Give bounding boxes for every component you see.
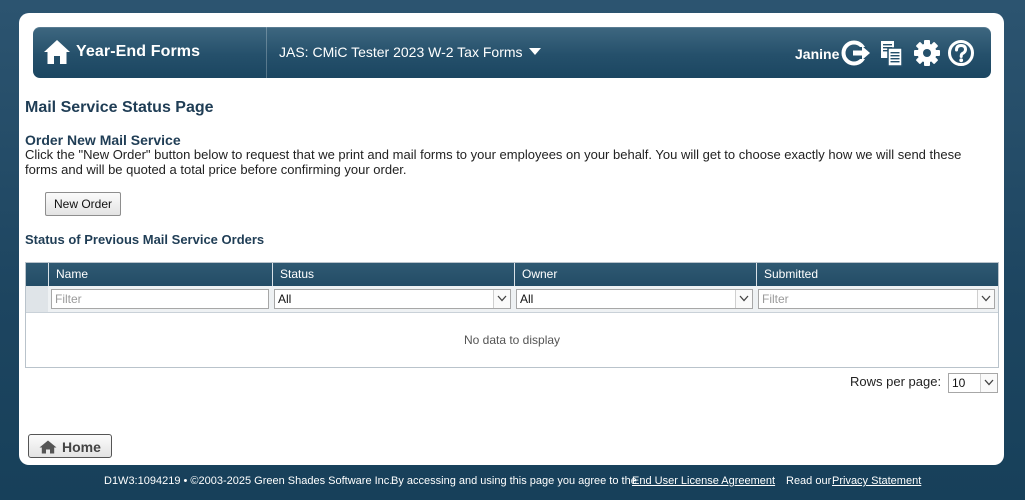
rows-per-page-label: Rows per page: (850, 374, 942, 389)
footer-privacy-text: Read our (786, 475, 832, 487)
chevron-down-icon (977, 290, 994, 308)
column-header-status[interactable]: Status (272, 263, 514, 286)
orders-grid: Name Status Owner Submitted All All Filt… (25, 262, 999, 368)
previous-orders-title: Status of Previous Mail Service Orders (25, 232, 265, 247)
app-title[interactable]: Year-End Forms (76, 43, 200, 61)
help-icon[interactable] (946, 38, 976, 68)
new-order-button[interactable]: New Order (45, 192, 121, 216)
home-icon (39, 440, 57, 454)
caret-down-icon (528, 48, 541, 55)
submitted-filter-placeholder: Filter (762, 292, 789, 306)
home-icon[interactable] (43, 39, 71, 65)
status-filter-select[interactable]: All (274, 289, 511, 309)
order-section-title: Order New Mail Service (25, 132, 181, 148)
grid-header-row: Name Status Owner Submitted (26, 263, 998, 286)
rows-per-page-value: 10 (952, 376, 966, 390)
footer-agreement-text: By accessing and using this page you agr… (391, 475, 637, 487)
privacy-statement-link[interactable]: Privacy Statement (832, 475, 921, 487)
home-button[interactable]: Home (28, 434, 112, 458)
filter-row-spacer (26, 286, 48, 312)
top-navigation-bar: Year-End Forms JAS: CMiC Tester 2023 W-2… (33, 27, 991, 78)
gear-icon[interactable] (912, 38, 942, 68)
owner-filter-value: All (520, 292, 534, 306)
name-filter-input[interactable] (51, 289, 269, 309)
copy-documents-icon[interactable] (879, 38, 905, 68)
rows-per-page-select[interactable]: 10 (948, 373, 998, 393)
eula-link[interactable]: End User License Agreement (632, 475, 775, 487)
sign-out-icon[interactable] (841, 38, 871, 68)
owner-filter-select[interactable]: All (516, 289, 753, 309)
page-title: Mail Service Status Page (25, 99, 214, 116)
main-panel: Year-End Forms JAS: CMiC Tester 2023 W-2… (19, 13, 1004, 465)
submitted-filter-select[interactable]: Filter (758, 289, 995, 309)
home-button-label: Home (62, 439, 101, 455)
footer-copyright: D1W3:1094219 • ©2003-2025 Green Shades S… (104, 475, 393, 487)
chevron-down-icon (735, 290, 752, 308)
header-divider (266, 27, 267, 78)
column-header-submitted[interactable]: Submitted (756, 263, 998, 286)
status-filter-value: All (278, 292, 292, 306)
grid-filter-row: All All Filter (26, 286, 998, 313)
chevron-down-icon (980, 374, 997, 392)
column-header-name[interactable]: Name (48, 263, 272, 286)
username: Janine (795, 46, 840, 62)
company-selector[interactable]: JAS: CMiC Tester 2023 W-2 Tax Forms (279, 44, 541, 60)
chevron-down-icon (493, 290, 510, 308)
company-selector-label: JAS: CMiC Tester 2023 W-2 Tax Forms (279, 44, 523, 60)
order-description: Click the "New Order" button below to re… (25, 147, 962, 177)
empty-grid-message: No data to display (463, 333, 561, 347)
column-header-owner[interactable]: Owner (514, 263, 756, 286)
